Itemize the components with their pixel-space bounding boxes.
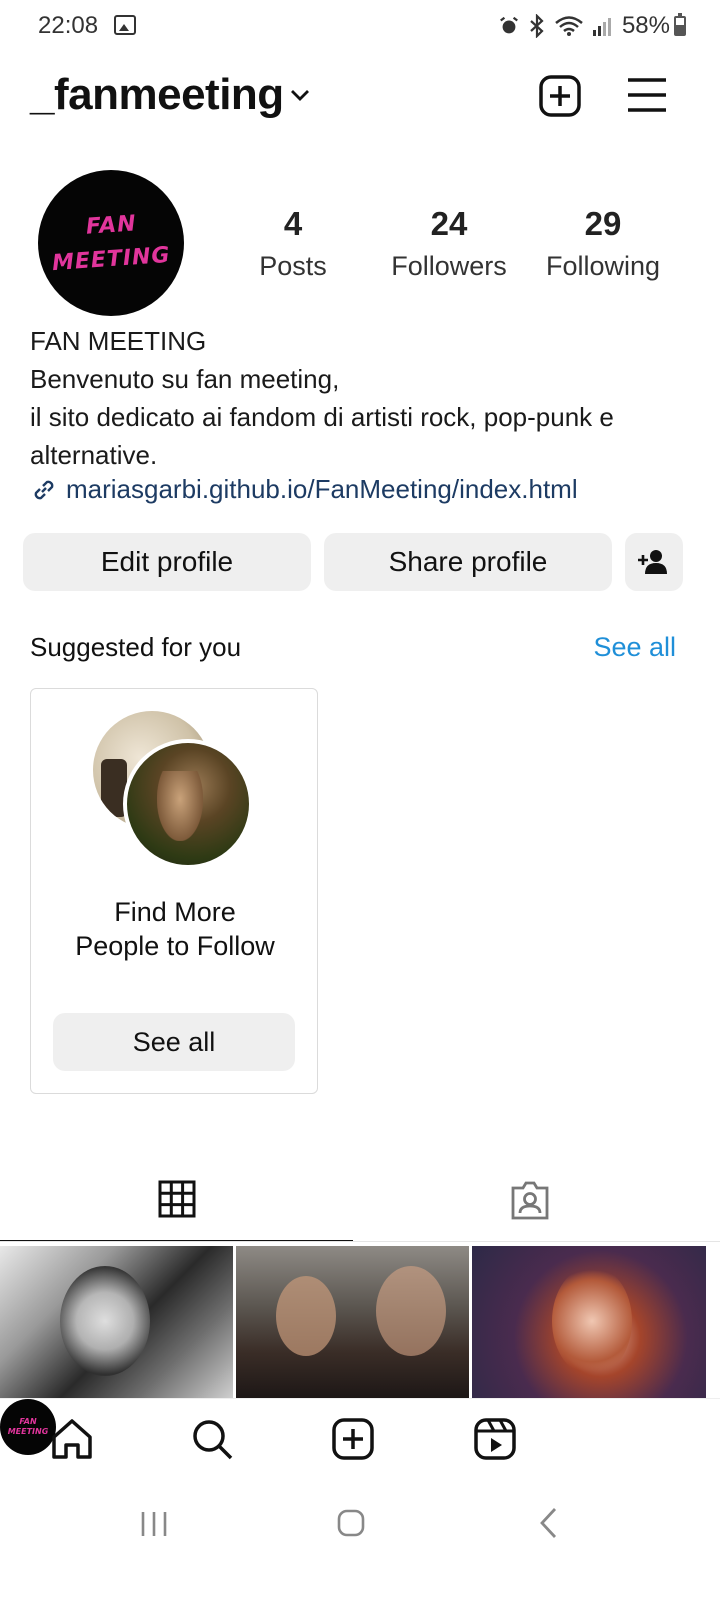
back-icon[interactable] [538, 1506, 560, 1540]
post-thumbnail[interactable] [0, 1246, 233, 1398]
status-icons: 58% [498, 12, 670, 40]
suggestion-card[interactable]: Find More People to Follow See all [30, 688, 318, 1094]
share-profile-button[interactable]: Share profile [324, 533, 612, 591]
bio-link[interactable]: mariasgarbi.github.io/FanMeeting/index.h… [30, 474, 578, 505]
battery-percent: 58% [621, 12, 670, 39]
suggestion-avatar [123, 739, 253, 869]
post-thumbnail[interactable] [472, 1246, 706, 1398]
card-see-all-button[interactable]: See all [53, 1013, 295, 1071]
system-home-icon[interactable] [336, 1508, 366, 1538]
create-post-icon[interactable] [538, 74, 582, 118]
gallery-icon [114, 15, 136, 35]
see-all-link[interactable]: See all [593, 632, 676, 663]
followers-label: Followers [391, 251, 507, 281]
avatar-logo-text: MEETING [7, 1427, 49, 1436]
following-label: Following [545, 251, 661, 281]
link-icon [34, 480, 54, 499]
stat-followers[interactable]: 24 Followers [374, 202, 524, 286]
card-text-line: People to Follow [75, 931, 275, 961]
display-name: FAN MEETING [30, 326, 207, 356]
tab-posts-grid[interactable] [0, 1160, 353, 1242]
add-person-icon [638, 550, 667, 574]
profile-header: _fanmeeting [0, 62, 720, 132]
home-icon[interactable] [50, 1417, 94, 1461]
bluetooth-icon [530, 14, 544, 38]
profile-bio: FAN MEETING Benvenuto su fan meeting, il… [30, 322, 700, 474]
tab-tagged[interactable] [353, 1160, 706, 1242]
system-nav [0, 1484, 720, 1600]
bio-link-text: mariasgarbi.github.io/FanMeeting/index.h… [66, 474, 578, 504]
alarm-icon [500, 16, 518, 34]
recent-apps-icon[interactable] [140, 1510, 168, 1538]
signal-icon [592, 18, 611, 36]
reels-icon[interactable] [473, 1417, 517, 1461]
battery-icon [674, 13, 686, 36]
post-thumbnail[interactable] [236, 1246, 469, 1398]
followers-count: 24 [430, 205, 468, 242]
avatar-logo-text: FAN [19, 1417, 37, 1426]
chevron-down-icon[interactable] [290, 88, 310, 102]
create-icon[interactable] [331, 1417, 375, 1461]
grid-icon [158, 1180, 195, 1218]
posts-label: Posts [259, 251, 327, 281]
avatar-logo-text: MEETING [50, 242, 172, 277]
suggestion-card-text: Find More People to Follow [31, 895, 319, 963]
status-bar: 22:08 58% [0, 0, 720, 52]
following-count: 29 [584, 205, 622, 242]
status-time: 22:08 [38, 12, 99, 39]
bio-text: Benvenuto su fan meeting, [30, 364, 340, 394]
edit-profile-button[interactable]: Edit profile [23, 533, 311, 591]
profile-tab-avatar[interactable]: FAN MEETING [0, 1399, 56, 1455]
stat-following[interactable]: 29 Following [528, 202, 678, 286]
suggested-title: Suggested for you [30, 632, 242, 662]
card-text-line: Find More [114, 897, 236, 927]
stat-posts[interactable]: 4 Posts [218, 202, 368, 286]
profile-avatar[interactable]: FAN MEETING [38, 170, 184, 316]
username-switcher[interactable]: _fanmeeting [30, 70, 284, 120]
avatar-logo-text: FAN [84, 211, 138, 240]
tagged-person-icon [511, 1181, 548, 1220]
search-icon[interactable] [190, 1417, 234, 1461]
bottom-nav: FAN MEETING [0, 1398, 720, 1484]
posts-count: 4 [283, 205, 303, 242]
discover-people-button[interactable] [625, 533, 683, 591]
menu-icon[interactable] [626, 76, 668, 114]
wifi-icon [555, 16, 583, 36]
bio-text: il sito dedicato ai fandom di artisti ro… [30, 402, 614, 470]
divider [0, 1241, 720, 1242]
